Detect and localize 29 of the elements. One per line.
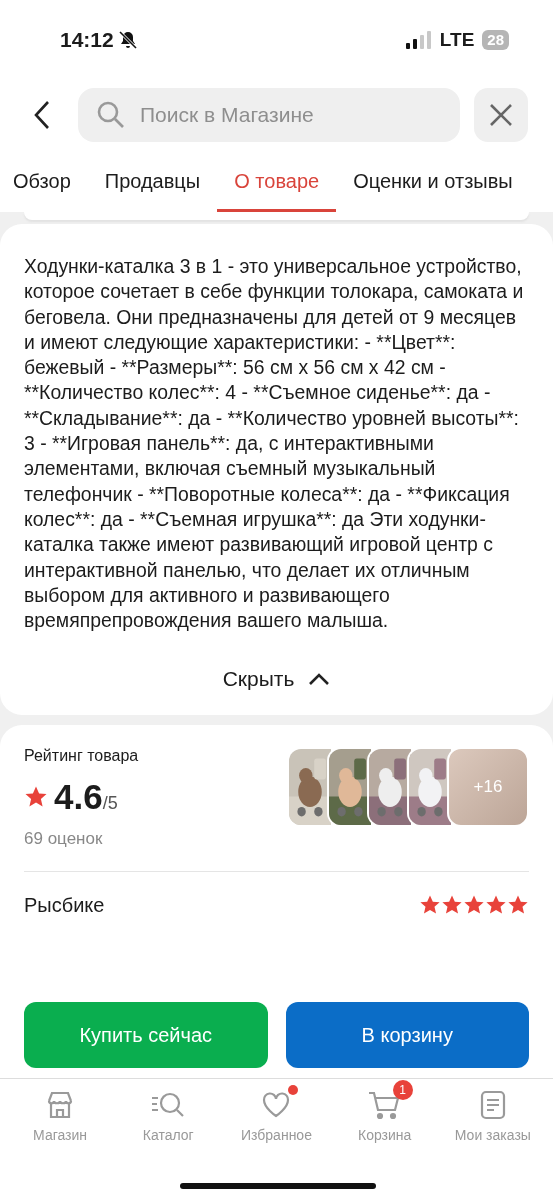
close-icon — [489, 103, 513, 127]
rating-score: 4.6 — [54, 777, 103, 818]
tab[interactable]: Продавцы — [87, 158, 218, 212]
tab[interactable]: Обзор — [0, 158, 88, 212]
nav-item[interactable]: Каталог — [118, 1079, 219, 1143]
chevron-left-icon — [33, 100, 51, 130]
nav-item[interactable]: Избранное — [226, 1079, 327, 1143]
bell-muted-icon — [117, 30, 138, 50]
review-author: Рысбике — [24, 894, 105, 918]
battery-indicator: 28 — [482, 30, 509, 50]
rating-scale: /5 — [102, 793, 118, 815]
search-field[interactable]: Поиск в Магазине — [78, 88, 460, 142]
tab[interactable]: Оценки и отзывы — [336, 158, 530, 212]
cart-icon — [367, 1089, 402, 1121]
network-label: LTE — [439, 29, 475, 51]
nav-item[interactable]: Мои заказы — [442, 1079, 543, 1143]
collapse-button[interactable]: Скрыть — [214, 659, 339, 700]
rating-title: Рейтинг товара — [24, 747, 139, 766]
nav-item[interactable]: Корзина 1 — [334, 1079, 435, 1143]
signal-icon — [405, 31, 432, 49]
description-text: Ходунки-каталка 3 в 1 - это универсальное устройство, которое сочетает в себе функции толокара, самоката и беговела. Они предназначены для детей от 9 месяцев и имеют следующие характеристики: - **Цвет**: бежевый - **Размеры**: 56 см x 56 см x 42 см - **Количество колес**: 4 - **Съемное сиденье**: да - **Складывание**: да - **Количество уровней высоты**: 3 - **Игровая панель**: да, с интерактивными элементами, включая съемный музыкальный телефончик - **Поворотные колеса**: да - **Фиксация колес**: да - **Съемная игрушка**: да Эти ходунки-каталка также имеют развивающий игровой центр с интерактивной панелью, что делает их отличным выбором для активного и развивающего времяпрепровождения вашего малыша. — [24, 254, 525, 634]
add-to-cart-button[interactable]: В корзину — [285, 1002, 529, 1068]
cart-count-badge: 1 — [392, 1080, 413, 1100]
nav-item[interactable]: Магазин — [10, 1079, 111, 1143]
status-time: 14:12 — [60, 28, 114, 52]
buy-now-button[interactable]: Купить сейчас — [24, 1002, 268, 1068]
rating-count: 69 оценок — [24, 829, 104, 850]
close-button[interactable] — [474, 88, 528, 142]
chevron-up-icon — [308, 672, 331, 687]
